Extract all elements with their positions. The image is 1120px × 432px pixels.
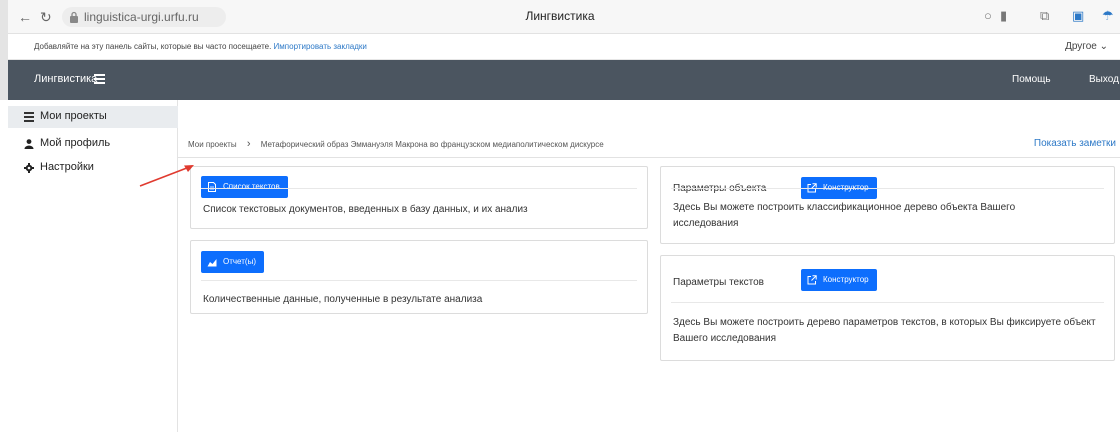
sidebar-item-label: Мои проекты (40, 110, 107, 122)
bookmarks-prompt: Добавляйте на эту панель сайты, которые … (34, 42, 272, 51)
text-constructor-button[interactable]: Конструктор (801, 269, 877, 291)
import-bookmarks-link[interactable]: Импортировать закладки (274, 42, 367, 51)
chevron-right-icon: › (246, 138, 251, 150)
reader-icon[interactable]: ○ (984, 8, 992, 23)
sidebar: Мои проекты Мой профиль Настройки (0, 100, 178, 432)
reports-description: Количественные данные, полученные в резу… (203, 294, 483, 305)
text-list-button-label: Список текстов (223, 182, 280, 191)
divider (178, 157, 1120, 158)
profile-icon[interactable]: ☂ (1102, 8, 1114, 24)
external-link-icon (807, 275, 817, 285)
sidebar-item-label: Настройки (40, 161, 94, 173)
browser-toolbar: ← ↻ linguistica-urgi.urfu.ru Лингвистика… (0, 0, 1120, 34)
chart-icon (207, 259, 217, 267)
logout-link[interactable]: Выход (1089, 74, 1119, 85)
hamburger-menu-icon[interactable] (94, 74, 105, 84)
reports-button-label: Отчет(ы) (223, 257, 256, 266)
brand-logo[interactable]: Лингвистика (34, 73, 97, 85)
other-bookmarks[interactable]: Другое ⌄ (1065, 41, 1108, 52)
text-params-description: Здесь Вы можете построить дерево парамет… (673, 317, 1096, 344)
texts-description: Список текстовых документов, введенных в… (203, 204, 528, 215)
object-params-card: Параметры объекта Конструктор Здесь Вы м… (660, 166, 1115, 244)
reports-card: Отчет(ы) Количественные данные, полученн… (190, 240, 648, 314)
extension-icon[interactable]: ▣ (1072, 8, 1084, 24)
page-tab-title: Лингвистика (525, 9, 595, 23)
sidebar-item-label: Мой профиль (40, 137, 111, 149)
gear-icon (24, 163, 34, 173)
bookmarks-bar: Добавляйте на эту панель сайты, которые … (0, 34, 1120, 60)
card-divider (201, 280, 637, 281)
text-params-title: Параметры текстов (673, 277, 764, 288)
annotation-arrow-icon (139, 165, 194, 187)
breadcrumb-root[interactable]: Мои проекты (188, 140, 237, 149)
text-params-card: Параметры текстов Конструктор Здесь Вы м… (660, 255, 1115, 361)
bookmark-icon[interactable]: ▮ (1000, 8, 1007, 24)
card-divider (671, 188, 1104, 189)
collections-icon[interactable]: ⧉ (1040, 8, 1049, 24)
reports-button[interactable]: Отчет(ы) (201, 251, 264, 273)
card-divider (671, 302, 1104, 303)
texts-card: Список текстов Список текстовых документ… (190, 166, 648, 229)
sidebar-item-projects[interactable]: Мои проекты (8, 106, 178, 128)
help-link[interactable]: Помощь (1012, 74, 1051, 85)
list-icon (24, 112, 34, 122)
text-constructor-label: Конструктор (823, 275, 869, 284)
text-list-button[interactable]: Список текстов (201, 176, 288, 198)
card-divider (201, 188, 637, 189)
breadcrumb-current: Метафорический образ Эммануэля Макрона в… (260, 140, 604, 149)
file-icon (208, 182, 216, 192)
user-icon (24, 139, 34, 149)
breadcrumb: Мои проекты › Метафорический образ Эмман… (188, 138, 604, 150)
sidebar-item-profile[interactable]: Мой профиль (8, 133, 178, 155)
object-params-description: Здесь Вы можете построить классификацион… (673, 202, 1016, 229)
app-navbar: Лингвистика Помощь Выход (0, 60, 1120, 100)
show-notes-link[interactable]: Показать заметки (1034, 138, 1116, 149)
